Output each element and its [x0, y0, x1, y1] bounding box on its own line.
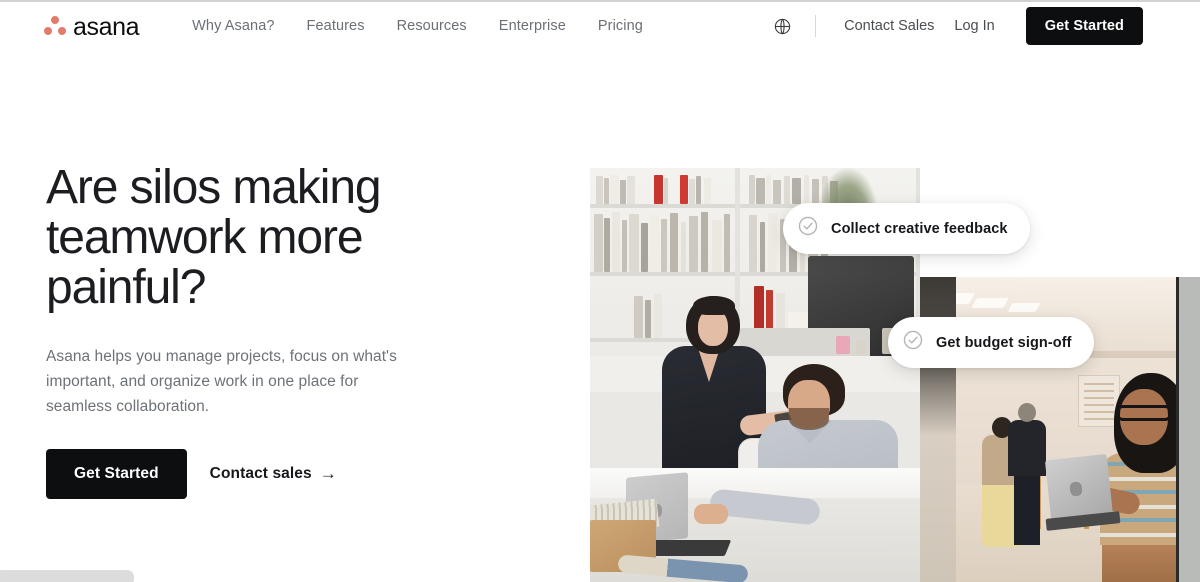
log-in-link[interactable]: Log In [944, 12, 1004, 40]
nav-item-resources[interactable]: Resources [381, 12, 483, 40]
get-started-nav-button[interactable]: Get Started [1025, 7, 1143, 45]
bottom-notification-panel[interactable] [0, 570, 134, 582]
check-circle-icon [797, 215, 819, 242]
photo-b-foreground-person-glasses [1116, 405, 1172, 421]
hero-contact-sales-label: Contact sales [209, 465, 312, 483]
window-top-edge [0, 0, 1200, 2]
photo-b-skylight [971, 298, 1009, 308]
photo-b-background-person [1008, 420, 1046, 476]
arrow-right-icon: → [319, 464, 337, 484]
header-divider [815, 15, 817, 37]
photo-a-desk-object [856, 340, 866, 354]
contact-sales-link[interactable]: Contact Sales [834, 12, 944, 40]
nav-item-enterprise[interactable]: Enterprise [483, 12, 582, 40]
hero-get-started-button[interactable]: Get Started [46, 449, 187, 500]
photo-a-person-seated-hand [694, 504, 728, 524]
photo-b-skylight [1007, 303, 1041, 312]
hero-subtitle: Asana helps you manage projects, focus o… [46, 347, 397, 415]
asana-three-dots-logo-icon [44, 15, 66, 37]
primary-navigation: Why Asana? Features Resources Enterprise… [176, 12, 659, 40]
photo-a-desk-object [836, 336, 850, 354]
chip-label: Get budget sign-off [936, 334, 1072, 351]
floating-chip-collect-creative-feedback: Collect creative feedback [783, 203, 1030, 254]
photo-b-concrete-pillar [1176, 277, 1200, 582]
photo-b-background-person-legs [1014, 473, 1040, 545]
hero-cta-group: Get Started Contact sales → [46, 449, 516, 500]
photo-b-background-person-head [1018, 403, 1036, 422]
nav-item-pricing[interactable]: Pricing [582, 12, 659, 40]
photo-a-person-seated-beard [789, 408, 829, 430]
hero-headline: Are silos making teamwork more painful? [46, 161, 382, 314]
logo-wordmark: asana [73, 12, 140, 41]
hero-contact-sales-link[interactable]: Contact sales → [210, 465, 337, 483]
check-circle-icon [902, 329, 924, 356]
nav-item-why-asana[interactable]: Why Asana? [176, 12, 290, 40]
floating-chip-get-budget-sign-off: Get budget sign-off [888, 317, 1094, 368]
hero-content: Are silos making teamwork more painful? … [46, 161, 516, 500]
asana-logo[interactable]: asana [44, 12, 140, 41]
site-header: asana Why Asana? Features Resources Ente… [0, 0, 1200, 52]
photo-b-laptop-logo [1069, 481, 1083, 497]
nav-item-features[interactable]: Features [291, 12, 381, 40]
globe-icon[interactable] [767, 11, 797, 41]
photo-a-person-standing-fringe [693, 296, 735, 315]
chip-label: Collect creative feedback [831, 220, 1008, 237]
header-actions: Contact Sales Log In Get Started [767, 7, 1143, 45]
